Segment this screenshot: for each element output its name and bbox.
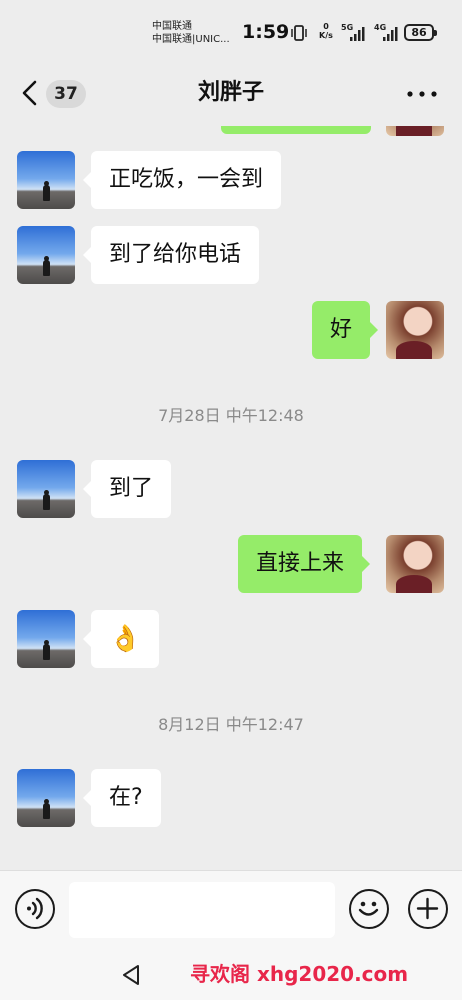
unread-count-badge: 37 bbox=[46, 80, 86, 108]
message-bubble-out[interactable]: 好 bbox=[312, 301, 379, 359]
more-options-icon[interactable] bbox=[402, 82, 442, 106]
back-button[interactable]: 37 bbox=[16, 76, 92, 110]
net-speed: 0 K/s bbox=[317, 22, 335, 40]
avatar-contact[interactable] bbox=[17, 460, 75, 518]
signal-4g-icon: 4G bbox=[374, 23, 398, 42]
input-bar bbox=[0, 870, 462, 950]
more-functions-button[interactable] bbox=[408, 889, 448, 929]
avatar-self[interactable] bbox=[386, 301, 444, 359]
message-bubble-out-partial[interactable] bbox=[221, 126, 371, 134]
message-bubble-in[interactable]: 在? bbox=[83, 769, 161, 827]
message-timestamp: 8月12日 中午12:47 bbox=[158, 715, 304, 734]
avatar-contact[interactable] bbox=[17, 226, 75, 284]
voice-input-button[interactable] bbox=[15, 889, 55, 929]
status-bar: 中国联通 中国联通|UNIC... 1:59 0 K/s 5G 4G 86 bbox=[0, 0, 462, 60]
avatar-contact[interactable] bbox=[17, 769, 75, 827]
carrier-info: 中国联通 中国联通|UNIC... bbox=[152, 20, 230, 46]
message-bubble-in[interactable]: 👌 bbox=[82, 610, 160, 668]
signal-5g-icon: 5G bbox=[341, 23, 365, 42]
vibrate-icon bbox=[291, 25, 307, 41]
message-timestamp: 7月28日 中午12:48 bbox=[158, 406, 304, 425]
net-speed-value: 0 bbox=[323, 22, 329, 31]
avatar-self[interactable] bbox=[386, 535, 444, 593]
avatar-contact[interactable] bbox=[17, 151, 75, 209]
triangle-back-icon[interactable] bbox=[120, 963, 142, 987]
avatar-contact[interactable] bbox=[17, 610, 75, 668]
message-bubble-out[interactable]: 直接上来 bbox=[238, 535, 371, 593]
message-bubble-in[interactable]: 到了 bbox=[82, 460, 172, 518]
avatar-self-partial[interactable] bbox=[386, 126, 444, 136]
carrier-2: 中国联通|UNIC... bbox=[152, 34, 230, 45]
chat-title: 刘胖子 bbox=[197, 80, 264, 105]
carrier-1: 中国联通 bbox=[152, 21, 192, 32]
chat-header: 37 刘胖子 bbox=[0, 60, 462, 126]
message-bubble-in[interactable]: 正吃饭，一会到 bbox=[82, 151, 282, 209]
system-navigation-bar: 寻欢阁 xhg2020.com bbox=[0, 950, 462, 1000]
chevron-left-icon bbox=[22, 80, 37, 106]
message-list[interactable]: 正吃饭，一会到 到了给你电话 好 7月28日 中午12:48 到了 直接上来 👌… bbox=[0, 126, 462, 870]
plus-icon bbox=[416, 897, 439, 920]
message-input[interactable] bbox=[69, 882, 335, 938]
smiley-icon bbox=[358, 901, 379, 916]
status-time: 1:59 bbox=[242, 21, 290, 43]
watermark-text: 寻欢阁 xhg2020.com bbox=[190, 962, 409, 986]
emoji-button[interactable] bbox=[349, 889, 389, 929]
message-bubble-in[interactable]: 到了给你电话 bbox=[82, 226, 260, 284]
net-speed-unit: K/s bbox=[319, 31, 333, 40]
voice-icon bbox=[27, 897, 43, 920]
battery-indicator: 86 bbox=[404, 24, 437, 41]
